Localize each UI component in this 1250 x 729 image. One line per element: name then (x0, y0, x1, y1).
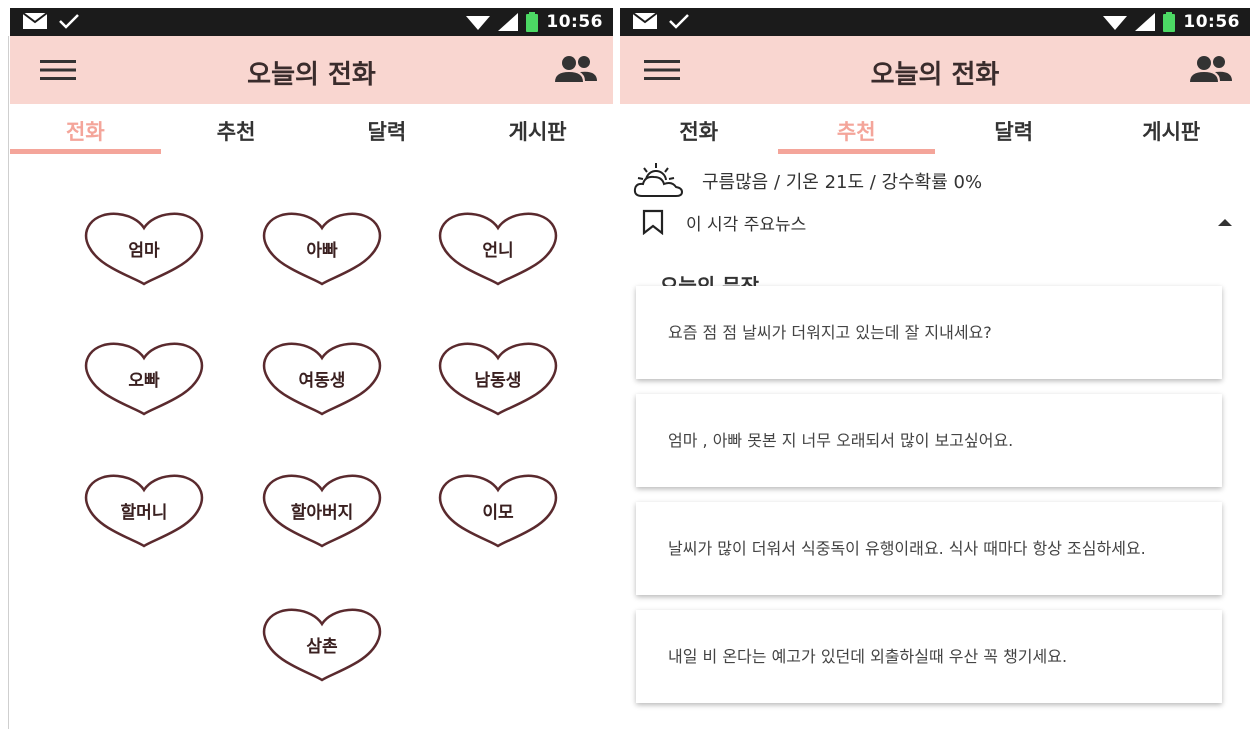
partly-cloudy-icon (633, 163, 684, 197)
check-icon (59, 14, 79, 29)
app-title: 오늘의 전화 (870, 60, 1000, 90)
tab-call[interactable]: 전화 (620, 104, 778, 154)
sentence-text: 내일 비 온다는 예고가 있던데 외출하실때 우산 꼭 챙기세요. (668, 647, 1068, 666)
wifi-icon (466, 16, 491, 30)
tab-calendar[interactable]: 달력 (935, 104, 1093, 154)
signal-icon (1135, 13, 1156, 31)
people-button[interactable] (553, 54, 599, 86)
news-label: 이 시각 주요뉴스 (686, 214, 807, 235)
contact-label: 언니 (482, 241, 514, 261)
contact-heart-younger-sister[interactable]: 여동생 (260, 340, 384, 416)
contact-heart-younger-brother[interactable]: 남동생 (436, 340, 560, 416)
clock: 10:56 (546, 12, 603, 32)
screen-divider (613, 36, 620, 729)
sentence-text: 요즘 점 점 날씨가 더워지고 있는데 잘 지내세요? (668, 323, 992, 342)
weather-row: 구름많음 / 기온 21도 / 강수확률 0% (632, 162, 982, 200)
contact-heart-aunt[interactable]: 이모 (436, 472, 560, 548)
mail-icon (632, 12, 658, 29)
app-bar: 오늘의 전화 (10, 36, 613, 104)
contact-heart-dad[interactable]: 아빠 (260, 210, 384, 286)
app-title: 오늘의 전화 (247, 60, 376, 90)
sentence-text: 날씨가 많이 더워서 식중독이 유행이래요. 식사 때마다 항상 조심하세요. (668, 539, 1146, 558)
contact-heart-uncle[interactable]: 삼촌 (260, 606, 384, 682)
contact-hearts-grid: 엄마 아빠 언니 오빠 여동생 남동생 할머니 할아버지 이모 삼촌 (10, 154, 613, 729)
mail-icon (22, 12, 48, 29)
contact-label: 남동생 (474, 371, 522, 391)
bookmark-icon (642, 209, 664, 235)
people-button[interactable] (1188, 54, 1234, 86)
tab-board[interactable]: 게시판 (1093, 104, 1250, 154)
right-phone-screen: 10:56 오늘의 전화 전화 추천 달력 게시판 구름많음 / 기온 21도 … (620, 0, 1250, 729)
sentence-card[interactable]: 엄마 , 아빠 못본 지 너무 오래되서 많이 보고싶어요. (636, 394, 1222, 487)
people-icon (1190, 56, 1232, 82)
status-bar: 10:56 (620, 8, 1250, 36)
signal-icon (498, 13, 519, 31)
contact-label: 엄마 (128, 241, 160, 261)
contact-label: 할아버지 (290, 503, 354, 523)
tab-bar: 전화 추천 달력 게시판 (10, 104, 613, 154)
contact-heart-grandfather[interactable]: 할아버지 (260, 472, 384, 548)
tab-recommend[interactable]: 추천 (161, 104, 312, 154)
sentence-card[interactable]: 날씨가 많이 더워서 식중독이 유행이래요. 식사 때마다 항상 조심하세요. (636, 502, 1222, 595)
tab-board[interactable]: 게시판 (462, 104, 613, 154)
sentence-card[interactable]: 요즘 점 점 날씨가 더워지고 있는데 잘 지내세요? (636, 286, 1222, 379)
contact-label: 여동생 (298, 371, 346, 391)
screen-edge (8, 36, 9, 729)
contact-heart-mom[interactable]: 엄마 (82, 210, 206, 286)
clock: 10:56 (1183, 12, 1240, 32)
battery-icon (1163, 12, 1176, 32)
weather-summary: 구름많음 / 기온 21도 / 강수확률 0% (702, 172, 983, 193)
tab-call[interactable]: 전화 (10, 104, 161, 154)
contact-heart-grandmother[interactable]: 할머니 (82, 472, 206, 548)
news-row[interactable]: 이 시각 주요뉴스 (642, 206, 1232, 238)
battery-icon (526, 12, 539, 32)
contact-label: 아빠 (306, 241, 338, 261)
check-icon (669, 14, 689, 29)
tab-bar: 전화 추천 달력 게시판 (620, 104, 1250, 154)
app-bar: 오늘의 전화 (620, 36, 1250, 104)
contact-label: 오빠 (128, 371, 160, 391)
people-icon (555, 56, 597, 82)
caret-up-icon[interactable] (1218, 218, 1232, 226)
sentence-card[interactable]: 내일 비 온다는 예고가 있던데 외출하실때 우산 꼭 챙기세요. (636, 610, 1222, 703)
contact-label: 이모 (482, 503, 514, 523)
left-phone-screen: 10:56 오늘의 전화 전화 추천 달력 게시판 엄마 아빠 언니 오빠 여동… (10, 0, 613, 729)
contact-label: 삼촌 (306, 637, 338, 657)
tab-recommend[interactable]: 추천 (777, 104, 936, 154)
contact-heart-older-brother[interactable]: 오빠 (82, 340, 206, 416)
contact-label: 할머니 (120, 503, 168, 523)
wifi-icon (1103, 16, 1128, 30)
sentence-text: 엄마 , 아빠 못본 지 너무 오래되서 많이 보고싶어요. (668, 431, 1014, 450)
tab-calendar[interactable]: 달력 (312, 104, 463, 154)
contact-heart-older-sister[interactable]: 언니 (436, 210, 560, 286)
status-bar: 10:56 (10, 8, 613, 36)
